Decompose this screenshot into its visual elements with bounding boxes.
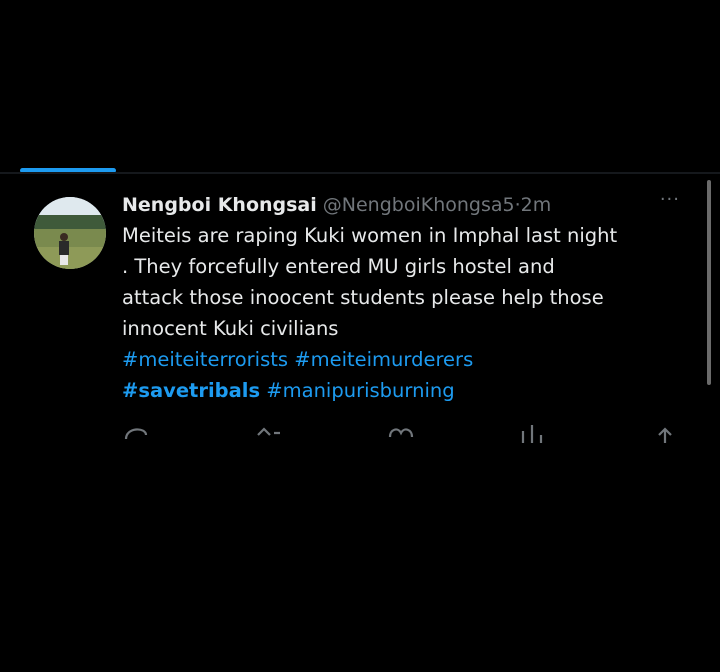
scrollbar[interactable] xyxy=(707,180,711,385)
hashtags: #meiteiterrorists #meiteimurderers #save… xyxy=(122,344,692,406)
tweet-actions xyxy=(122,423,682,443)
hashtag-link[interactable]: #meiteiterrorists xyxy=(122,348,288,371)
hashtag-link[interactable]: #savetribals xyxy=(122,379,260,402)
tweet-body: Nengboi Khongsai @NengboiKhongsa5·2m Meit… xyxy=(122,190,692,406)
hashtag-link[interactable]: #meiteimurderers xyxy=(294,348,473,371)
avatar[interactable] xyxy=(34,197,106,269)
tweet-text-line: attack those inoocent students please he… xyxy=(122,286,604,309)
divider xyxy=(0,172,720,174)
hashtag-link[interactable]: #manipurisburning xyxy=(266,379,454,402)
tweet-text-line: Meiteis are raping Kuki women in Imphal … xyxy=(122,224,618,247)
tweet[interactable]: Nengboi Khongsai @NengboiKhongsa5·2m Meit… xyxy=(0,185,700,455)
tweet-header: Nengboi Khongsai @NengboiKhongsa5·2m xyxy=(122,190,692,220)
timestamp[interactable]: 2m xyxy=(521,194,552,216)
share-icon[interactable] xyxy=(650,423,680,443)
tweet-text-line: . They forcefully entered MU girls hoste… xyxy=(122,255,555,278)
retweet-icon[interactable] xyxy=(254,423,284,443)
author-handle[interactable]: @NengboiKhongsa5 xyxy=(323,194,515,216)
tweet-text: Meiteis are raping Kuki women in Imphal … xyxy=(122,220,692,344)
more-icon[interactable]: ··· xyxy=(660,189,680,210)
author-name[interactable]: Nengboi Khongsai xyxy=(122,194,317,216)
tweet-text-line: innocent Kuki civilians xyxy=(122,317,339,340)
reply-icon[interactable] xyxy=(122,423,152,443)
like-icon[interactable] xyxy=(386,423,416,443)
views-icon[interactable] xyxy=(518,423,548,443)
